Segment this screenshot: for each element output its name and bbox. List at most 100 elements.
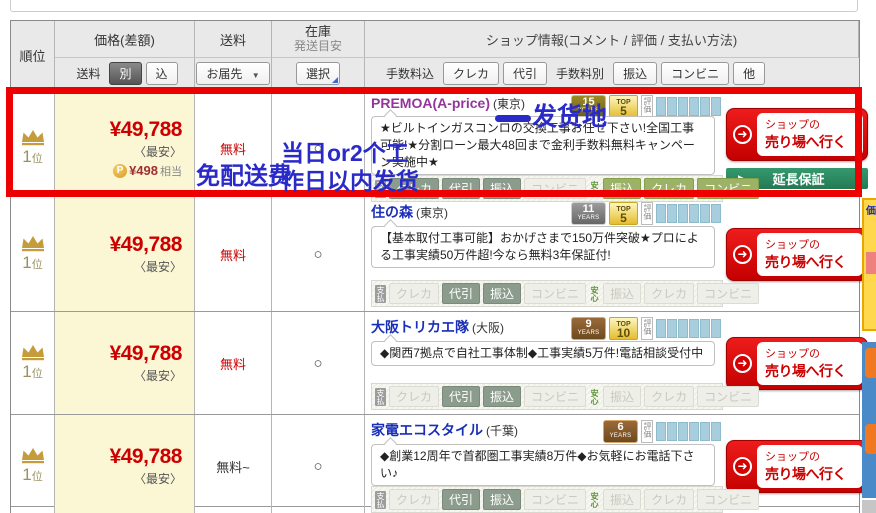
rating-bars	[656, 202, 721, 225]
points-line: P ¥498 相当	[113, 163, 182, 179]
destination-cell: お届先 ▼	[195, 58, 272, 89]
filter-other[interactable]: 他	[733, 62, 766, 85]
price-value: ¥49,788	[109, 233, 183, 256]
rank-cell: 1位	[11, 197, 55, 311]
price-cell: ¥49,788 〈最安〉	[55, 197, 195, 311]
arrow-circle-icon: ➜	[733, 456, 752, 476]
payment-methods: 支払 クレカ 代引 振込 コンビニ 安心 振込 クレカ コンビニ	[371, 383, 760, 410]
fee-excluded-label: 手数料別	[556, 67, 605, 81]
shop-location: (千葉)	[486, 424, 518, 438]
shop-cell: 家電エコスタイル (千葉) 6YEARS TOP 評価 ◆創業12周年で首都圏工…	[365, 415, 875, 513]
table-row: 1位 ¥49,788 〈最安〉 無料~ ○ 家電エコスタイル (千葉) 6 YEA…	[11, 414, 868, 513]
years-badge: 15 YEARS	[571, 95, 606, 118]
shop-comment: ◆関西7拠点で自社工事体制◆工事実績5万件!電話相談受付中	[371, 334, 715, 366]
top-rank-badge: TOP 5	[609, 95, 638, 118]
destination-dropdown[interactable]: お届先 ▼	[196, 62, 270, 85]
price-toggle-group: 送料 別 込	[55, 58, 195, 89]
price-cell: ¥49,788 〈最安〉 P ¥498 相当	[55, 90, 195, 206]
table-row: 1位 ¥49,788 〈最安〉 P ¥498 相当 無料 ○ PREMOA(A-…	[11, 89, 868, 206]
right-sidebar-partial	[862, 342, 876, 498]
go-to-shop-button[interactable]: ➜ ショップの 売り場へ行く	[726, 439, 868, 493]
rating-label: 評価	[641, 95, 653, 118]
rank-cell: 1位	[11, 312, 55, 414]
point-icon: P	[113, 163, 128, 178]
crown-icon	[21, 448, 44, 464]
stock-cell: ○	[272, 415, 365, 513]
anshin-convenience-store: コンビニ	[697, 178, 760, 199]
shop-location: (東京)	[416, 206, 448, 220]
pay-cod: 代引	[442, 178, 481, 199]
go-to-shop-button[interactable]: ➜ ショップの 売り場へ行く	[726, 336, 868, 390]
shipping-cell: 無料	[195, 312, 272, 414]
crown-icon	[21, 236, 44, 252]
years-badge: 6 YEARS	[603, 420, 638, 443]
pay-cod: 代引	[442, 386, 481, 407]
price-cell: ¥49,788 〈最安〉	[55, 415, 195, 513]
select-cell: 選択	[272, 58, 365, 89]
shop-link[interactable]: 大阪トリカエ隊	[371, 317, 469, 337]
stock-select-button[interactable]: 選択	[295, 62, 340, 85]
shop-link[interactable]: PREMOA(A-price)	[371, 95, 490, 111]
rank-cell: 1位	[11, 90, 55, 206]
pay-bank-transfer: 振込	[483, 386, 522, 407]
shipping-excluded-toggle[interactable]: 別	[109, 62, 142, 85]
shop-location: (大阪)	[472, 321, 504, 335]
pay-convenience-store: コンビニ	[524, 386, 587, 407]
anshin-bank-transfer: 振込	[603, 386, 642, 407]
shop-badges: 15 YEARS TOP 5 評価	[571, 95, 721, 118]
shop-link[interactable]: 家電エコスタイル	[371, 420, 483, 440]
top-rank-badge: TOP 10	[609, 317, 638, 340]
price-value: ¥49,788	[109, 445, 183, 468]
anshin-label: 安心	[590, 491, 600, 508]
anshin-label: 安心	[590, 285, 600, 302]
pay-cod: 代引	[442, 283, 481, 304]
chevron-down-icon: ▼	[251, 71, 260, 80]
shipping-cell: 無料~	[195, 415, 272, 513]
header-shop-info: ショップ情報(コメント / 評価 / 支払い方法)	[365, 21, 859, 58]
header-rank: 順位	[11, 21, 55, 89]
shop-link[interactable]: 住の森	[371, 202, 413, 222]
pay-convenience-store: コンビニ	[524, 178, 587, 199]
go-to-shop-button[interactable]: ➜ ショップの 売り場へ行く	[726, 227, 868, 281]
shop-cell: 住の森 (東京) 11 YEARS TOP 5 評価 【基本取付工事可能】おかげさま…	[365, 197, 875, 311]
years-badge: 11 YEARS	[571, 202, 606, 225]
pay-label: 支払	[375, 387, 386, 406]
filter-cod[interactable]: 代引	[503, 62, 548, 85]
header-price: 価格(差額)	[55, 21, 195, 58]
payment-methods: 支払 クレカ 代引 振込 コンビニ 安心 振込 クレカ コンビニ	[371, 280, 760, 307]
stock-cell: ○	[272, 90, 365, 206]
anshin-convenience-store: コンビニ	[697, 283, 760, 304]
anshin-convenience-store: コンビニ	[697, 386, 760, 407]
filter-credit-card[interactable]: クレカ	[443, 62, 500, 85]
shipping-included-toggle[interactable]: 込	[145, 62, 178, 85]
table-row: 1位 ¥49,788 〈最安〉 無料 ○ 大阪トリカエ隊 (大阪) 9 YEARS…	[11, 311, 868, 414]
go-to-shop-button[interactable]: ➜ ショップの 売り場へ行く	[726, 107, 868, 161]
filter-convenience-store[interactable]: コンビニ	[661, 62, 730, 85]
pay-label: 支払	[375, 179, 386, 198]
header-stock: 在庫 発送目安	[272, 21, 365, 58]
shop-cell: 大阪トリカエ隊 (大阪) 9 YEARS TOP 10 評価 ◆関西7拠点で自社工事…	[365, 312, 875, 414]
shop-comment: ★ビルトインガスコンロの交換工事お任せ下さい!全国工事可能!★分割ローン最大48…	[371, 109, 715, 175]
header-shipping: 送料	[195, 21, 272, 58]
shipping-cell: 無料	[195, 90, 272, 206]
payment-filter-bar: 手数料込 クレカ 代引 手数料別 振込 コンビニ 他	[365, 58, 859, 89]
shop-badges: 9 YEARS TOP 10 評価	[571, 317, 721, 340]
pay-label: 支払	[375, 284, 386, 303]
table-row: 1位 ¥49,788 〈最安〉 無料 ○ 住の森 (東京) 11 YEARS TO…	[11, 196, 868, 311]
price-cell: ¥49,788 〈最安〉	[55, 312, 195, 414]
rating-label: 評価	[641, 420, 653, 443]
crown-icon	[21, 130, 44, 146]
right-sidebar-partial	[862, 500, 876, 513]
cheapest-label: 〈最安〉	[133, 369, 182, 383]
fee-included-label: 手数料込	[386, 67, 435, 81]
pay-bank-transfer: 振込	[483, 178, 522, 199]
cheapest-label: 〈最安〉	[133, 472, 182, 486]
pay-credit-card: クレカ	[389, 178, 440, 199]
price-comparison-table: 順位 価格(差額) 送料 在庫 発送目安 ショップ情報(コメント / 評価 / …	[10, 20, 868, 513]
anshin-bank-transfer: 振込	[603, 283, 642, 304]
rating-label: 評価	[641, 202, 653, 225]
arrow-circle-icon: ➜	[733, 244, 752, 264]
crown-icon	[21, 345, 44, 361]
price-value: ¥49,788	[109, 342, 183, 365]
filter-bank-transfer[interactable]: 振込	[613, 62, 658, 85]
